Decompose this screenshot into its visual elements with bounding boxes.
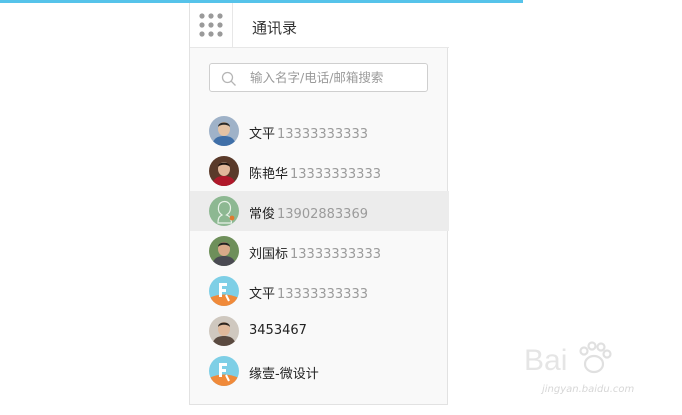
contact-text: 缘壹-微设计 [249, 363, 319, 382]
avatar-image [209, 116, 239, 146]
watermark: Bai jingyan.baidu.com [522, 336, 672, 406]
default-avatar-icon [209, 196, 239, 226]
avatar-image [209, 276, 239, 306]
contact-list: 文平 13333333333 陈艳华 13333333333 常俊 13902883369… [190, 111, 449, 391]
contact-row[interactable]: 文平 13333333333 [190, 111, 449, 151]
contact-phone: 13333333333 [290, 167, 381, 182]
contact-name: 3453467 [249, 323, 307, 338]
avatar-image [209, 236, 239, 266]
panel-header: 通讯录 [190, 3, 449, 48]
avatar-image [209, 156, 239, 186]
contact-row[interactable]: 刘国标 13333333333 [190, 231, 449, 271]
avatar [209, 236, 239, 266]
contact-name: 缘壹-微设计 [249, 367, 319, 382]
contact-phone: 13333333333 [277, 287, 368, 302]
contact-phone: 13333333333 [290, 247, 381, 262]
baidu-paw-icon: Bai [524, 341, 612, 377]
watermark-url: jingyan.baidu.com [542, 384, 635, 395]
contact-text: 文平 13333333333 [249, 123, 368, 142]
contact-name: 常俊 [249, 207, 276, 222]
avatar [209, 356, 239, 386]
svg-text:Bai: Bai [524, 344, 567, 377]
contact-row[interactable]: 常俊 13902883369 [190, 191, 449, 231]
avatar [209, 276, 239, 306]
contact-text: 3453467 [249, 323, 307, 338]
contact-text: 陈艳华 13333333333 [249, 163, 381, 182]
avatar [209, 156, 239, 186]
contact-name: 陈艳华 [249, 167, 289, 182]
contact-name: 文平 [249, 127, 276, 142]
app-grid-icon [199, 13, 223, 37]
contact-row[interactable]: 3453467 [190, 311, 449, 351]
search-input[interactable] [250, 68, 420, 87]
contact-text: 文平 13333333333 [249, 283, 368, 302]
avatar [209, 196, 239, 226]
avatar-image [209, 356, 239, 386]
avatar-image [209, 316, 239, 346]
app-grid-button[interactable] [190, 3, 233, 47]
page-title: 通讯录 [252, 19, 298, 37]
avatar [209, 316, 239, 346]
contact-row[interactable]: 文平 13333333333 [190, 271, 449, 311]
contact-phone: 13333333333 [277, 127, 368, 142]
contact-name: 文平 [249, 287, 276, 302]
contact-text: 刘国标 13333333333 [249, 243, 381, 262]
search-box[interactable] [209, 63, 428, 92]
contact-text: 常俊 13902883369 [249, 203, 368, 222]
contact-row[interactable]: 缘壹-微设计 [190, 351, 449, 391]
contact-phone: 13902883369 [277, 207, 368, 222]
avatar [209, 116, 239, 146]
contact-name: 刘国标 [249, 247, 289, 262]
contacts-panel: 通讯录 文平13333333333陈艳华13333333333常俊1390288… [189, 3, 449, 405]
search-icon [221, 71, 236, 86]
contact-row[interactable]: 陈艳华 13333333333 [190, 151, 449, 191]
